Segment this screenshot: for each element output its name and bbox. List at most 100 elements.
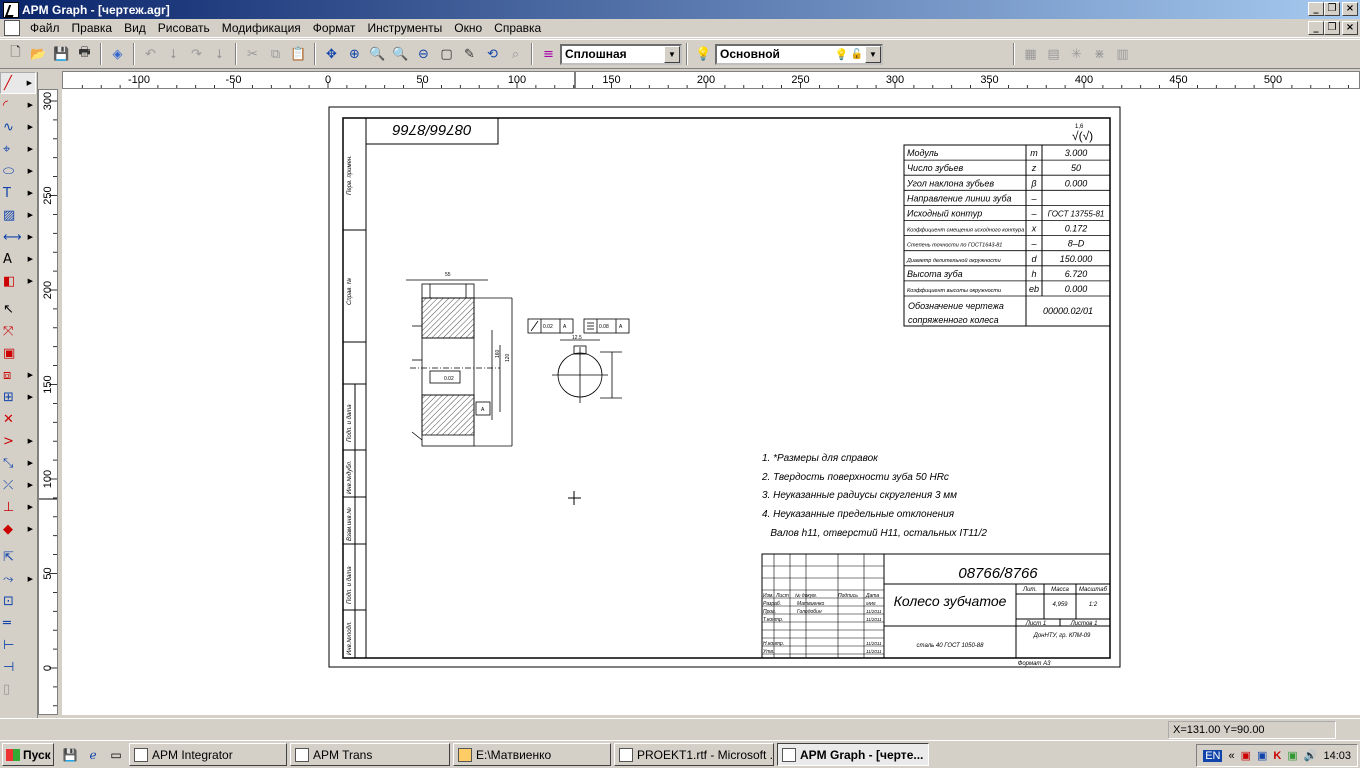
arc-tool-icon[interactable]: ◜ ▶ xyxy=(0,94,36,116)
menu-edit[interactable]: Правка xyxy=(66,21,119,35)
tolerance-text: 0.02 xyxy=(444,376,454,382)
line-color-icon[interactable]: ≡ xyxy=(537,43,560,65)
doc-restore-button[interactable]: ❐ xyxy=(1324,21,1340,35)
task-word[interactable]: PROEKT1.rtf - Microsoft ... xyxy=(614,743,774,766)
snap-icon[interactable]: ✳ xyxy=(1065,43,1088,65)
dimension-tool-icon[interactable]: ⟷ ▶ xyxy=(0,226,36,248)
new-file-icon[interactable]: 🗋 xyxy=(4,43,27,65)
hatch-tool-icon[interactable]: ▨ ▶ xyxy=(0,204,36,226)
zoom-out-icon[interactable]: ⊖ xyxy=(412,43,435,65)
ruler-h-label: 250 xyxy=(791,74,809,86)
keyway-dim: 12.5 xyxy=(572,335,582,341)
snap-point-icon[interactable]: ⊡ xyxy=(0,590,36,612)
zoom-all-icon[interactable]: 🔍 xyxy=(389,43,412,65)
zoom-realtime-icon[interactable]: ⌕ xyxy=(504,43,527,65)
move-tool-icon[interactable]: ⤧ xyxy=(0,320,36,342)
line-tool-icon[interactable]: ╱ ▶ xyxy=(0,72,36,94)
layer-tool-icon[interactable]: ◆ ▶ xyxy=(0,518,36,540)
start-button[interactable]: Пуск xyxy=(2,743,54,766)
point-tool-icon[interactable]: ⌖ ▶ xyxy=(0,138,36,160)
select-tool-icon[interactable]: ↖ xyxy=(0,298,36,320)
break-tool-icon[interactable]: ⤫ ▶ xyxy=(0,474,36,496)
eraser-icon[interactable]: ▯ xyxy=(0,678,36,700)
save-icon[interactable]: 💾 xyxy=(50,43,73,65)
spline-tool-icon[interactable]: ∿ ▶ xyxy=(0,116,36,138)
menu-modify[interactable]: Модификация xyxy=(216,21,307,35)
tray-network-icon[interactable]: ▣ xyxy=(1287,749,1297,762)
layer-bulb-icon[interactable]: 💡 xyxy=(692,43,715,65)
trim-tool-icon[interactable]: > ▶ xyxy=(0,430,36,452)
undo-icon[interactable]: ↶ xyxy=(139,43,162,65)
open-folder-icon[interactable]: 📂 xyxy=(27,43,50,65)
menu-window[interactable]: Окно xyxy=(448,21,488,35)
drawing-canvas[interactable]: Перв. примен. Справ. № Подп. и дата Инв.… xyxy=(62,89,1360,715)
quicklaunch-desktop-icon[interactable]: ▭ xyxy=(106,745,126,765)
menu-draw[interactable]: Рисовать xyxy=(152,21,216,35)
delete-tool-icon[interactable]: ✕ xyxy=(0,408,36,430)
app-icon[interactable] xyxy=(3,1,19,18)
scale-tool-icon[interactable]: ⤡ ▶ xyxy=(0,452,36,474)
task-apm-graph[interactable]: APM Graph - [черте... xyxy=(777,743,929,766)
tray-volume-icon[interactable]: 🔊 xyxy=(1304,749,1318,762)
doc-close-button[interactable]: × xyxy=(1342,21,1358,35)
zoom-previous-icon[interactable]: ⟲ xyxy=(481,43,504,65)
array-tool-icon[interactable]: ⊞ ▶ xyxy=(0,386,36,408)
linetype-select[interactable]: Сплошная ▼ xyxy=(560,43,682,65)
measure-distance-icon[interactable]: ⊢ xyxy=(0,634,36,656)
tray-app-icon[interactable]: ▣ xyxy=(1241,749,1251,762)
fill-tool-icon[interactable]: ◧ ▶ xyxy=(0,270,36,292)
snap-mode-icon[interactable]: ⤳ ▶ xyxy=(0,568,36,590)
table-icon[interactable]: ▦ xyxy=(1019,43,1042,65)
menu-file[interactable]: Файл xyxy=(24,21,66,35)
ellipse-tool-icon[interactable]: ⬭ ▶ xyxy=(0,160,36,182)
properties-icon[interactable]: ✎ xyxy=(458,43,481,65)
snap-settings-icon[interactable]: ⇱ xyxy=(0,546,36,568)
menu-tools[interactable]: Инструменты xyxy=(361,21,448,35)
layers-manager-icon[interactable]: ▥ xyxy=(1111,43,1134,65)
parallel-lines-icon[interactable]: ═ xyxy=(0,612,36,634)
tray-expand-icon[interactable]: « xyxy=(1228,750,1234,762)
chevron-down-icon[interactable]: ▼ xyxy=(664,45,680,63)
tolerance-value-2: 0.08 xyxy=(599,324,609,330)
zoom-frame-icon[interactable]: ▢ xyxy=(435,43,458,65)
menu-format[interactable]: Формат xyxy=(307,21,362,35)
paste-icon[interactable]: 📋 xyxy=(287,43,310,65)
offset-tool-icon[interactable]: ⊥ ▶ xyxy=(0,496,36,518)
menu-view[interactable]: Вид xyxy=(118,21,152,35)
text-tool-icon[interactable]: T ▶ xyxy=(0,182,36,204)
document-icon[interactable] xyxy=(4,20,20,36)
zoom-window-icon[interactable]: 🔍 xyxy=(366,43,389,65)
ortho-icon[interactable]: ⋇ xyxy=(1088,43,1111,65)
3d-cube-icon[interactable]: ◈ xyxy=(106,43,129,65)
param-name: Высота зуба xyxy=(907,269,963,279)
print-icon[interactable]: 🖶 xyxy=(73,43,96,65)
zoom-in-icon[interactable]: ⊕ xyxy=(343,43,366,65)
tray-k-icon[interactable]: K xyxy=(1273,750,1281,762)
mirror-tool-icon[interactable]: ⧈ ▶ xyxy=(0,364,36,386)
chevron-down-icon[interactable]: ▼ xyxy=(865,45,881,63)
annotation-tool-icon[interactable]: A ▶ xyxy=(0,248,36,270)
scale-value: 1:2 xyxy=(1089,602,1098,608)
pan-icon[interactable]: ✥ xyxy=(320,43,343,65)
tray-app-icon[interactable]: ▣ xyxy=(1257,749,1267,762)
undo-list-icon[interactable]: ⭣ xyxy=(162,43,185,65)
task-apm-integrator[interactable]: APM Integrator xyxy=(129,743,287,766)
copy-icon[interactable]: ⧉ xyxy=(264,43,287,65)
quicklaunch-save-icon[interactable]: 💾 xyxy=(60,745,80,765)
grid-icon[interactable]: ▤ xyxy=(1042,43,1065,65)
minimize-button[interactable]: _ xyxy=(1308,2,1324,16)
maximize-button[interactable]: ❐ xyxy=(1324,2,1340,16)
redo-list-icon[interactable]: ⭣ xyxy=(208,43,231,65)
task-apm-trans[interactable]: APM Trans xyxy=(290,743,450,766)
measure-area-icon[interactable]: ⊣ xyxy=(0,656,36,678)
redo-icon[interactable]: ↷ xyxy=(185,43,208,65)
close-button[interactable]: × xyxy=(1342,2,1358,16)
menu-help[interactable]: Справка xyxy=(488,21,547,35)
group-tool-icon[interactable]: ▣ xyxy=(0,342,36,364)
doc-minimize-button[interactable]: _ xyxy=(1308,21,1324,35)
task-folder[interactable]: E:\Матвиенко xyxy=(453,743,611,766)
quicklaunch-ie-icon[interactable]: ℯ xyxy=(83,745,103,765)
layer-select[interactable]: Основной 💡 🔓 ▼ xyxy=(715,43,883,65)
language-indicator[interactable]: EN xyxy=(1203,749,1223,762)
cut-icon[interactable]: ✂ xyxy=(241,43,264,65)
